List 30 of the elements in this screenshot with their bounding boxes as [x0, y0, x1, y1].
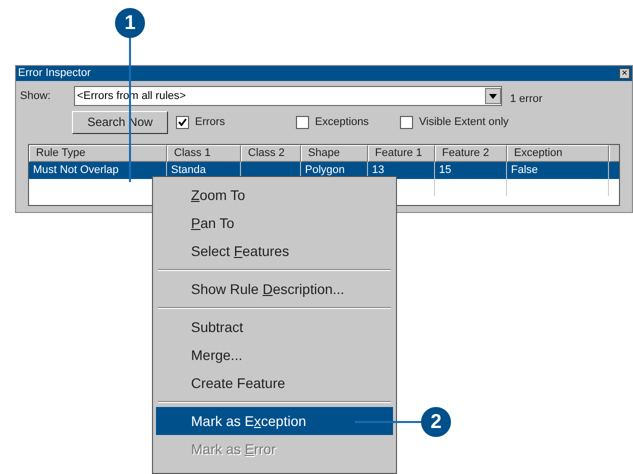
column-header[interactable]: Class 2 [241, 144, 301, 162]
close-button[interactable]: × [619, 68, 630, 79]
checkbox[interactable] [400, 116, 413, 128]
window-title: Error Inspector [18, 68, 91, 79]
menu-item[interactable]: Merge... [156, 341, 393, 369]
menu-item[interactable]: Show Rule Description... [156, 275, 393, 303]
callout-badge: 1 [115, 8, 145, 38]
column-header[interactable]: Shape [301, 144, 368, 162]
column-header[interactable]: Exception [507, 144, 609, 162]
menu-item[interactable]: Create Feature [156, 369, 393, 397]
menu-item[interactable]: Mark as Exception [156, 407, 393, 435]
menu-item[interactable]: Select Features [156, 237, 393, 265]
column-header[interactable]: Class 1 [167, 144, 241, 162]
column-header[interactable]: Feature 1 [368, 144, 435, 162]
menu-item[interactable]: Subtract [156, 313, 393, 341]
error-count: 1 error [510, 92, 542, 107]
menu-item[interactable]: Pan To [156, 209, 393, 237]
leader-line [355, 421, 422, 423]
callout-badge: 2 [421, 407, 451, 437]
checkbox-label: Errors [195, 114, 225, 130]
show-label: Show: [20, 89, 52, 104]
checkbox[interactable] [176, 116, 189, 128]
column-header[interactable]: Rule Type [29, 144, 167, 162]
table-cell: 15 [435, 162, 507, 178]
menu-item[interactable]: Zoom To [156, 181, 393, 209]
checkbox-label: Exceptions [315, 114, 369, 130]
checkbox-label: Visible Extent only [419, 114, 509, 130]
column-header[interactable]: Feature 2 [435, 144, 507, 162]
checkbox[interactable] [296, 116, 309, 128]
table-cell: False [507, 162, 609, 178]
